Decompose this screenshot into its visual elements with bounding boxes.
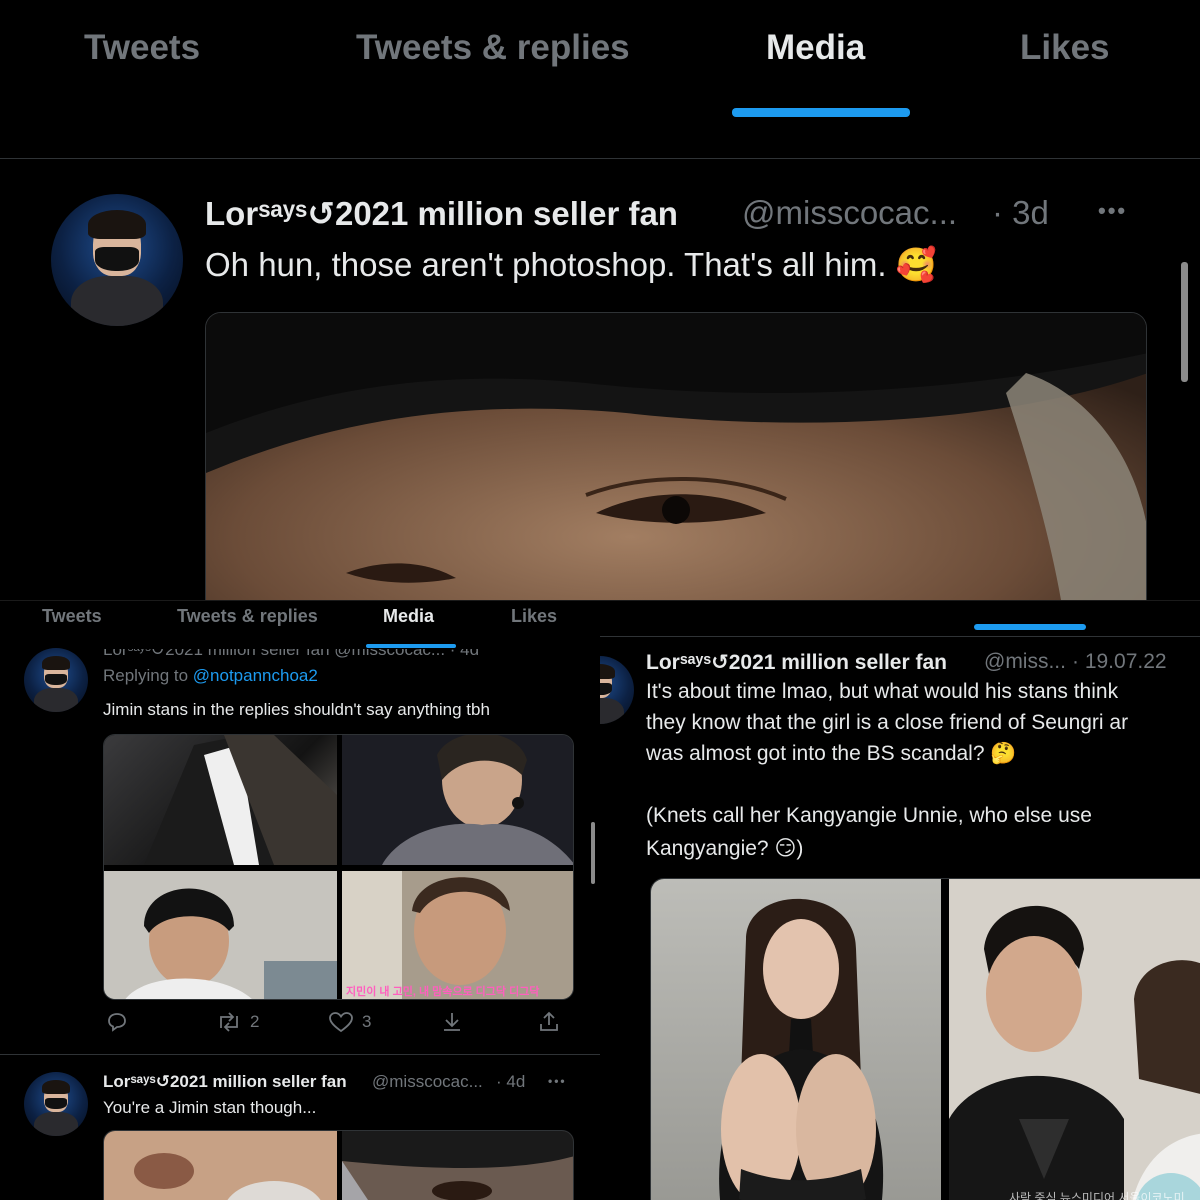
photo-content [144,735,337,865]
tweet-timestamp[interactable]: · 4d [496,1072,525,1092]
tweet-author-name[interactable]: Lorˢᵃʸˢ↺2021 million seller fan [205,194,678,233]
photo-content [342,1131,573,1200]
photo-content [719,898,884,1200]
tab-likes[interactable]: Likes [1020,28,1110,68]
retweet-count: 2 [250,1012,260,1031]
bookmark-button[interactable] [440,1010,464,1034]
tweet-text: You're a Jimin stan though... [103,1098,317,1117]
avatar[interactable] [24,648,88,712]
tweet-text: Jimin stans in the replies shouldn't say… [103,700,490,719]
tab-tweets-replies[interactable]: Tweets & replies [356,28,630,68]
like-button[interactable]: 3 [328,1010,371,1034]
tweet-text: Oh hun, those aren't photoshop. That's a… [205,246,937,283]
grid-photo-2[interactable] [342,1131,573,1200]
tweet-timestamp[interactable]: · 3d [992,194,1049,232]
like-count: 3 [362,1012,372,1031]
tweet-timestamp[interactable]: · 19.07.22 [1072,650,1167,674]
retweet-icon [220,1012,238,1032]
grid-photo-2[interactable]: 사람 중심 뉴스미디어 서울이코노미 [949,879,1200,1200]
scrollbar[interactable] [591,822,595,884]
tweet-author-name[interactable]: Lorˢᵃʸˢ↺2021 million seller fan [646,650,947,675]
photo-content [949,879,1200,1200]
tweet-author-handle[interactable]: @miss... [984,650,1066,674]
replying-to-link[interactable]: @notpannchoa2 [193,666,318,685]
partial-tweet-header: Lorˢᵃʸˢ↺2021 million seller fan @misscoc… [103,640,480,659]
share-icon [540,1011,558,1031]
photo-content [134,1153,321,1200]
reply-icon [108,1013,126,1032]
active-tab-indicator [366,644,456,648]
grid-photo-3[interactable] [104,871,337,999]
tweet-image-grid[interactable]: 지민이 내 고민, 내 맘속으로 디그닥 디그닥 [103,734,574,1000]
photo-content [342,735,573,865]
active-tab-indicator [732,108,910,117]
avatar[interactable] [600,656,634,724]
tweet-author-handle[interactable]: @misscocac... [742,194,957,232]
top-panel: Tweets Tweets & replies Media Likes Lorˢ… [0,0,1200,600]
replying-to-prefix: Replying to [103,666,189,685]
avatar[interactable] [51,194,183,326]
tweet-text-line-5: Kangyangie? 😏) [646,837,804,860]
tweet-author-handle[interactable]: @misscocac... [372,1072,483,1092]
download-arrow-icon [444,1013,460,1031]
photo-content [104,871,337,999]
grid-photo-1[interactable] [104,735,337,865]
reply-button[interactable] [105,1010,137,1034]
panel-seam-horizontal [0,600,1200,601]
tweet-divider [0,1054,600,1055]
tweet-text-line-3: was almost got into the BS scandal? 🤔 [646,742,1017,765]
left-panel: Tweets Tweets & replies Media Likes Lorˢ… [0,600,600,1200]
grid-photo-2[interactable] [342,735,573,865]
active-tab-indicator [974,624,1086,630]
image-watermark: 사람 중심 뉴스미디어 서울이코노미 [1009,1191,1185,1200]
tweet-author-name[interactable]: Lorˢᵃʸˢ↺2021 million seller fan [103,1072,347,1092]
replying-to-label: Replying to @notpannchoa2 [103,666,318,686]
tweet-image-grid[interactable] [103,1130,574,1200]
tweet-image-grid[interactable]: 사람 중심 뉴스미디어 서울이코노미 [650,878,1200,1200]
tweet-text-line-2: they know that the girl is a close frien… [646,711,1129,734]
share-button[interactable] [537,1010,561,1034]
photo-content [342,871,573,999]
right-panel: Lorˢᵃʸˢ↺2021 million seller fan @miss...… [600,600,1200,1200]
more-options-icon[interactable]: ••• [548,1074,567,1088]
tab-media[interactable]: Media [766,28,865,68]
tabs-divider [0,158,1200,159]
tweet-text-line-1: It's about time lmao, but what would his… [646,680,1119,703]
scrollbar[interactable] [1181,262,1188,382]
face-closeup-photo [206,313,1146,600]
avatar[interactable] [24,1072,88,1136]
tweet-text-line-4: (Knets call her Kangyangie Unnie, who el… [646,804,1092,827]
grid-photo-1[interactable] [104,1131,337,1200]
grid-photo-1[interactable] [651,879,941,1200]
tab-tweets-replies[interactable]: Tweets & replies [177,606,318,627]
tab-likes[interactable]: Likes [511,606,557,627]
tabs-divider [600,636,1200,637]
tab-tweets[interactable]: Tweets [84,28,200,68]
grid-photo-4[interactable]: 지민이 내 고민, 내 맘속으로 디그닥 디그닥 [342,871,573,999]
heart-icon [329,1012,353,1033]
tab-tweets[interactable]: Tweets [42,606,102,627]
more-options-icon[interactable]: ••• [1098,198,1127,224]
retweet-button[interactable]: 2 [216,1010,259,1034]
tab-media[interactable]: Media [383,606,434,627]
tweet-image[interactable] [205,312,1147,600]
image-caption: 지민이 내 고민, 내 맘속으로 디그닥 디그닥 [346,986,540,998]
